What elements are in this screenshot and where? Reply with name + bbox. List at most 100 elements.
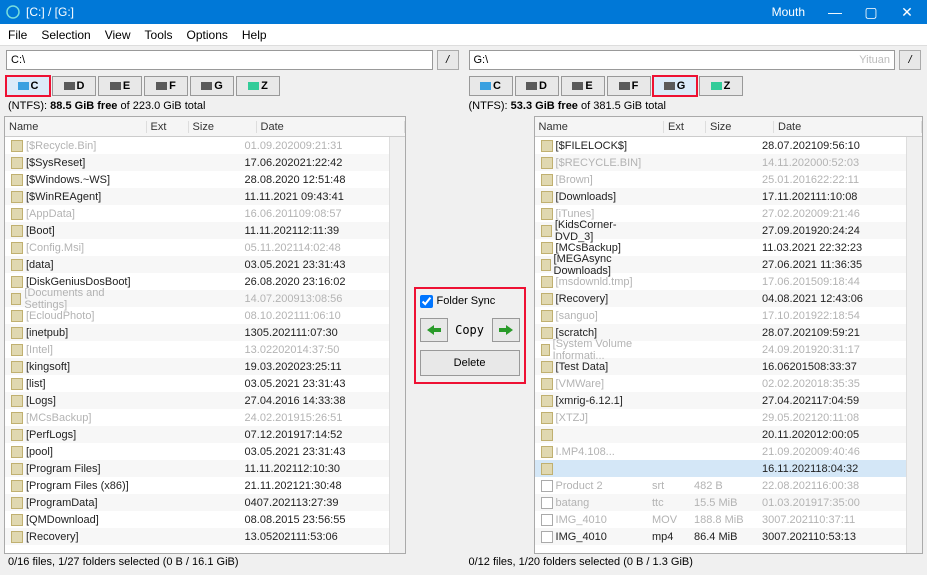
list-row[interactable]: [xmrig-6.12.1]27.04.202117:04:59: [535, 392, 906, 409]
list-row[interactable]: [msdownld.tmp]17.06.201509:18:44: [535, 273, 906, 290]
left-scrollbar[interactable]: [389, 137, 405, 553]
drive-letter: D: [77, 80, 85, 92]
left-header-ext[interactable]: Ext: [147, 121, 189, 133]
right-header-size[interactable]: Size: [706, 121, 774, 133]
list-row[interactable]: IMG_4010mp486.4 MiB3007.202110:53:13: [535, 528, 906, 545]
menu-options[interactable]: Options: [187, 28, 228, 42]
file-name: [ProgramData]: [26, 497, 98, 509]
list-row[interactable]: [kingsoft]19.03.202023:25:11: [5, 358, 389, 375]
list-row[interactable]: Product 2srt482 B22.08.202116:00:38: [535, 477, 906, 494]
right-header-date[interactable]: Date: [774, 121, 922, 133]
list-row[interactable]: [Downloads]17.11.202111:10:08: [535, 188, 906, 205]
list-row[interactable]: 20.11.202012:00:05: [535, 426, 906, 443]
list-row[interactable]: batangttc15.5 MiB01.03.201917:35:00: [535, 494, 906, 511]
list-row[interactable]: [inetpub]1305.202111:07:30: [5, 324, 389, 341]
right-drive-z[interactable]: Z: [699, 76, 743, 96]
list-row[interactable]: [Documents and Settings]14.07.200913:08:…: [5, 290, 389, 307]
right-root-button[interactable]: /: [899, 50, 921, 70]
copy-right-button[interactable]: [492, 318, 520, 342]
list-row[interactable]: [Test Data]16.06201508:33:37: [535, 358, 906, 375]
left-header-date[interactable]: Date: [257, 121, 405, 133]
menu-tools[interactable]: Tools: [145, 28, 173, 42]
file-date: 11.11.2021 09:43:41: [241, 191, 389, 203]
list-row[interactable]: [$RECYCLE.BIN]14.11.202000:52:03: [535, 154, 906, 171]
right-drive-d[interactable]: D: [515, 76, 559, 96]
file-name: [$Windows.~WS]: [26, 174, 110, 186]
right-header-name[interactable]: Name: [535, 121, 664, 133]
list-row[interactable]: [Program Files]11.11.202112:10:30: [5, 460, 389, 477]
menu-selection[interactable]: Selection: [41, 28, 90, 42]
file-name: [KidsCorner-DVD_3]: [555, 219, 648, 243]
left-drive-c[interactable]: C: [6, 76, 50, 96]
left-header-name[interactable]: Name: [5, 121, 147, 133]
file-date: 11.03.2021 22:32:23: [758, 242, 906, 254]
file-name: [$FILELOCK$]: [556, 140, 628, 152]
list-row[interactable]: [MCsBackup]24.02.201915:26:51: [5, 409, 389, 426]
right-scrollbar[interactable]: [906, 137, 922, 553]
list-row[interactable]: [$WinREAgent]11.11.2021 09:43:41: [5, 188, 389, 205]
list-row[interactable]: [Brown]25.01.201622:22:11: [535, 171, 906, 188]
list-row[interactable]: [Recovery]04.08.2021 12:43:06: [535, 290, 906, 307]
left-root-button[interactable]: /: [437, 50, 459, 70]
list-row[interactable]: [Program Files (x86)]21.11.202121:30:48: [5, 477, 389, 494]
list-row[interactable]: [Intel]13.02202014:37:50: [5, 341, 389, 358]
list-row[interactable]: [Recovery]13.05202111:53:06: [5, 528, 389, 545]
list-row[interactable]: [$Windows.~WS]28.08.2020 12:51:48: [5, 171, 389, 188]
right-drive-e[interactable]: E: [561, 76, 605, 96]
copy-left-button[interactable]: [420, 318, 448, 342]
folder-icon: [11, 531, 23, 543]
menu-help[interactable]: Help: [242, 28, 267, 42]
list-row[interactable]: [XTZJ]29.05.202120:11:08: [535, 409, 906, 426]
right-list-header: Name Ext Size Date: [535, 117, 922, 137]
right-drive-c[interactable]: C: [469, 76, 513, 96]
file-ext: ttc: [648, 497, 690, 509]
list-row[interactable]: [$Recycle.Bin]01.09.202009:21:31: [5, 137, 389, 154]
menu-view[interactable]: View: [105, 28, 131, 42]
list-row[interactable]: [Logs]27.04.2016 14:33:38: [5, 392, 389, 409]
file-icon: [541, 497, 553, 509]
list-row[interactable]: [pool]03.05.2021 23:31:43: [5, 443, 389, 460]
right-drive-f[interactable]: F: [607, 76, 651, 96]
left-file-list[interactable]: [$Recycle.Bin]01.09.202009:21:31[$SysRes…: [5, 137, 389, 553]
left-drive-e[interactable]: E: [98, 76, 142, 96]
delete-button[interactable]: Delete: [420, 350, 520, 376]
left-drive-f[interactable]: F: [144, 76, 188, 96]
menu-file[interactable]: File: [8, 28, 27, 42]
left-header-size[interactable]: Size: [189, 121, 257, 133]
folder-sync-checkbox[interactable]: Folder Sync: [420, 295, 520, 308]
list-row[interactable]: [ProgramData]0407.202113:27:39: [5, 494, 389, 511]
list-row[interactable]: [data]03.05.2021 23:31:43: [5, 256, 389, 273]
list-row[interactable]: [$FILELOCK$]28.07.202109:56:10: [535, 137, 906, 154]
list-row[interactable]: I.MP4.108...21.09.202009:40:46: [535, 443, 906, 460]
left-drive-g[interactable]: G: [190, 76, 234, 96]
left-path-input[interactable]: C:\: [6, 50, 433, 70]
right-drive-g[interactable]: G: [653, 76, 697, 96]
list-row[interactable]: [System Volume Informati...24.09.201920:…: [535, 341, 906, 358]
left-drive-z[interactable]: Z: [236, 76, 280, 96]
folder-icon: [541, 395, 553, 407]
left-path-text: C:\: [11, 54, 25, 66]
close-button[interactable]: ✕: [893, 4, 921, 21]
list-row[interactable]: 16.11.202118:04:32: [535, 460, 906, 477]
left-drive-d[interactable]: D: [52, 76, 96, 96]
list-row[interactable]: [QMDownload]08.08.2015 23:56:55: [5, 511, 389, 528]
list-row[interactable]: IMG_4010MOV188.8 MiB3007.202110:37:11: [535, 511, 906, 528]
list-row[interactable]: [list]03.05.2021 23:31:43: [5, 375, 389, 392]
list-row[interactable]: [EcloudPhoto]08.10.202111:06:10: [5, 307, 389, 324]
minimize-button[interactable]: —: [821, 4, 849, 20]
maximize-button[interactable]: ▢: [857, 4, 885, 21]
folder-sync-input[interactable]: [420, 295, 433, 308]
drive-letter: C: [31, 80, 39, 92]
right-path-input[interactable]: G:\ Yituan: [469, 50, 896, 70]
right-file-list[interactable]: [$FILELOCK$]28.07.202109:56:10[$RECYCLE.…: [535, 137, 906, 553]
list-row[interactable]: [KidsCorner-DVD_3]27.09.201920:24:24: [535, 222, 906, 239]
list-row[interactable]: [PerfLogs]07.12.201917:14:52: [5, 426, 389, 443]
list-row[interactable]: [Boot]11.11.202112:11:39: [5, 222, 389, 239]
list-row[interactable]: [sanguo]17.10.201922:18:54: [535, 307, 906, 324]
right-header-ext[interactable]: Ext: [664, 121, 706, 133]
list-row[interactable]: [MEGAsync Downloads]27.06.2021 11:36:35: [535, 256, 906, 273]
list-row[interactable]: [VMWare]02.02.202018:35:35: [535, 375, 906, 392]
list-row[interactable]: [AppData]16.06.201109:08:57: [5, 205, 389, 222]
list-row[interactable]: [$SysReset]17.06.202021:22:42: [5, 154, 389, 171]
list-row[interactable]: [Config.Msi]05.11.202114:02:48: [5, 239, 389, 256]
